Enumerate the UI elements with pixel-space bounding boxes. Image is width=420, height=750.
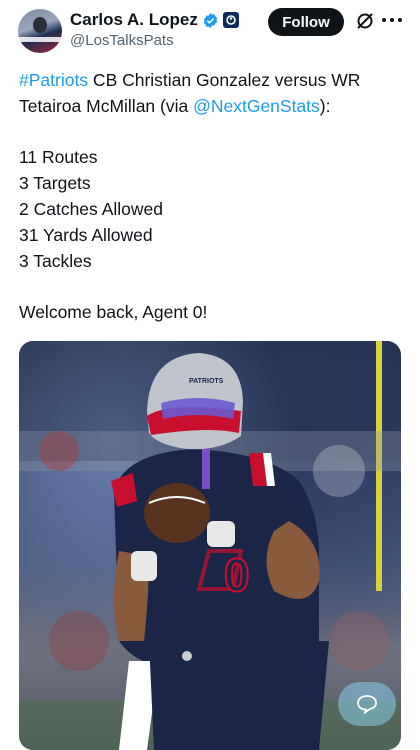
hashtag-link[interactable]: #Patriots [19,70,88,90]
author-name[interactable]: Carlos A. Lopez [70,10,198,30]
follow-button[interactable]: Follow [268,8,344,36]
stat-line: 31 Yards Allowed [19,224,153,245]
tweet-closing: Welcome back, Agent 0! [19,302,208,323]
mention-link[interactable]: @NextGenStats [193,96,320,116]
more-options-icon[interactable] [382,10,402,30]
stat-line: 3 Tackles [19,250,92,271]
reply-bubble-icon[interactable] [338,682,396,726]
author-name-row[interactable]: Carlos A. Lopez [70,9,239,31]
tweet-header: Carlos A. Lopez @LosTalksPats Follow [0,0,420,60]
tweet-intro-end: ): [319,95,331,116]
verified-badge-icon [203,12,218,28]
jersey-number: 0 [224,549,250,601]
stat-line: 3 Targets [19,173,91,194]
helmet-text: PATRIOTS [189,378,224,385]
affiliate-badge-icon[interactable] [222,12,239,28]
stat-line: 11 Routes [19,147,98,168]
grok-icon[interactable] [355,11,375,31]
stat-line: 2 Catches Allowed [19,198,163,219]
tweet-text: #Patriots CB Christian Gonzalez versus W… [19,68,409,326]
author-avatar[interactable] [18,9,62,53]
author-handle[interactable]: @LosTalksPats [70,32,174,49]
